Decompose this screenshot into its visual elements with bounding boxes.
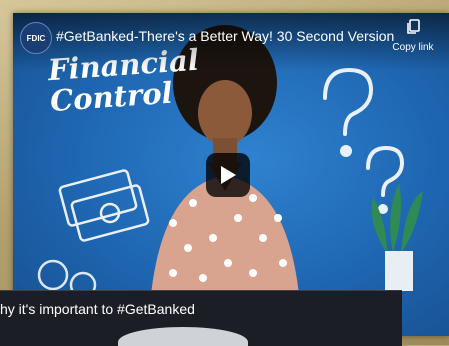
next-video-panel[interactable]: hy it's important to #GetBanked bbox=[0, 290, 402, 346]
play-icon bbox=[221, 166, 236, 184]
next-video-thumbnail bbox=[118, 327, 248, 346]
video-title[interactable]: #GetBanked-There's a Better Way! 30 Seco… bbox=[56, 28, 394, 44]
copy-icon bbox=[406, 19, 420, 39]
video-player[interactable]: Financial Control FDIC #GetBanked-There'… bbox=[13, 13, 449, 336]
copy-link-label: Copy link bbox=[392, 42, 434, 53]
next-video-title[interactable]: hy it's important to #GetBanked bbox=[0, 301, 195, 317]
copy-link-button[interactable]: Copy link bbox=[389, 19, 437, 53]
channel-logo[interactable]: FDIC bbox=[20, 22, 52, 54]
play-button[interactable] bbox=[206, 153, 250, 197]
